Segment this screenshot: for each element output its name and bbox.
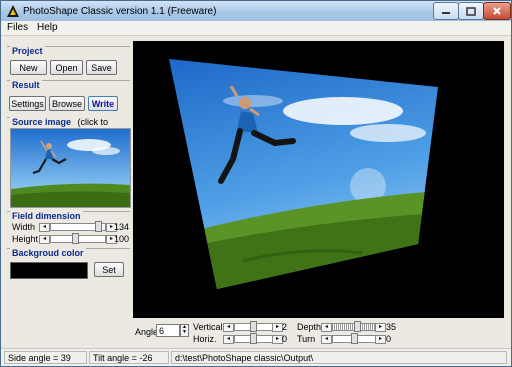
maximize-icon	[466, 6, 476, 16]
depth-label: Depth	[297, 322, 322, 332]
status-bar: Side angle = 39 Tilt angle = -26 d:\test…	[1, 348, 511, 366]
status-tilt-angle: Tilt angle = -26	[89, 351, 169, 364]
app-icon	[7, 5, 19, 17]
minimize-button[interactable]	[433, 2, 459, 20]
left-panel: Project New Open Save Result Settings Br…	[7, 41, 131, 346]
close-icon	[493, 7, 501, 15]
vertical-dec-button[interactable]: ◂	[223, 323, 234, 332]
horiz-dec-button[interactable]: ◂	[223, 335, 234, 344]
menu-help[interactable]: Help	[37, 22, 58, 33]
open-button[interactable]: Open	[50, 60, 83, 75]
width-slider-thumb[interactable]	[95, 221, 102, 232]
field-section: Field dimension Width ◂ ▸ 134 Height ◂ ▸…	[7, 211, 130, 246]
height-slider-thumb[interactable]	[72, 233, 79, 244]
vertical-slider-thumb[interactable]	[250, 321, 257, 332]
depth-dec-button[interactable]: ◂	[321, 323, 332, 332]
vertical-label: Vertical	[193, 322, 223, 332]
horiz-value: 0	[282, 334, 288, 344]
source-thumbnail[interactable]	[10, 128, 131, 208]
write-button[interactable]: Write	[88, 96, 118, 111]
source-title-label: Source image	[12, 117, 72, 127]
height-label: Height	[12, 234, 39, 244]
new-button[interactable]: New	[10, 60, 47, 75]
field-title: Field dimension	[10, 211, 83, 221]
horiz-slider-thumb[interactable]	[250, 333, 257, 344]
height-dec-button[interactable]: ◂	[39, 235, 50, 244]
angle-spinner[interactable]: ▲ ▼	[180, 324, 189, 337]
width-value: 134	[114, 222, 130, 232]
bg-color-swatch	[10, 262, 88, 279]
horiz-label: Horiz.	[193, 334, 217, 344]
maximize-button[interactable]	[458, 2, 484, 20]
save-button[interactable]: Save	[86, 60, 117, 75]
angle-input[interactable]: 6	[156, 324, 180, 337]
height-value: 100	[114, 234, 130, 244]
width-label: Width	[12, 222, 36, 232]
result-section: Result Settings Browse Write	[7, 80, 130, 115]
result-title: Result	[10, 80, 42, 90]
status-output-path: d:\test\PhotoShape classic\Output\	[171, 351, 507, 364]
menu-bar: Files Help	[1, 21, 511, 36]
preview-canvas[interactable]	[133, 41, 504, 318]
vertical-value: 2	[282, 322, 288, 332]
turn-value: 0	[386, 334, 392, 344]
width-dec-button[interactable]: ◂	[39, 223, 50, 232]
bg-section: Backgroud color Set	[7, 248, 130, 283]
transform-controls: Angle 6 ▲ ▼ Vertical ◂ ▸ 2 Horiz. ◂ ▸ 0 …	[133, 319, 504, 347]
bg-set-button[interactable]: Set	[94, 262, 124, 277]
project-title: Project	[10, 46, 45, 56]
depth-inc-button[interactable]: ▸	[375, 323, 386, 332]
browse-button[interactable]: Browse	[49, 96, 85, 111]
window-title: PhotoShape Classic version 1.1 (Freeware…	[23, 6, 217, 17]
status-side-angle: Side angle = 39	[4, 351, 87, 364]
title-bar[interactable]: PhotoShape Classic version 1.1 (Freeware…	[1, 1, 511, 21]
settings-button[interactable]: Settings	[9, 96, 46, 111]
turn-dec-button[interactable]: ◂	[321, 335, 332, 344]
turn-slider-thumb[interactable]	[351, 333, 358, 344]
minimize-icon	[442, 12, 450, 14]
close-button[interactable]	[483, 2, 511, 20]
depth-slider-thumb[interactable]	[354, 321, 361, 332]
bg-title: Backgroud color	[10, 248, 86, 258]
depth-value: 35	[386, 322, 397, 332]
turn-label: Turn	[297, 334, 316, 344]
menu-files[interactable]: Files	[7, 22, 28, 33]
turn-inc-button[interactable]: ▸	[375, 335, 386, 344]
angle-label: Angle	[135, 327, 159, 337]
app-window: PhotoShape Classic version 1.1 (Freeware…	[0, 0, 512, 367]
source-photo	[11, 129, 130, 207]
project-section: Project New Open Save	[7, 46, 130, 79]
spin-down-icon[interactable]: ▼	[181, 330, 188, 335]
preview-photo	[169, 59, 438, 289]
